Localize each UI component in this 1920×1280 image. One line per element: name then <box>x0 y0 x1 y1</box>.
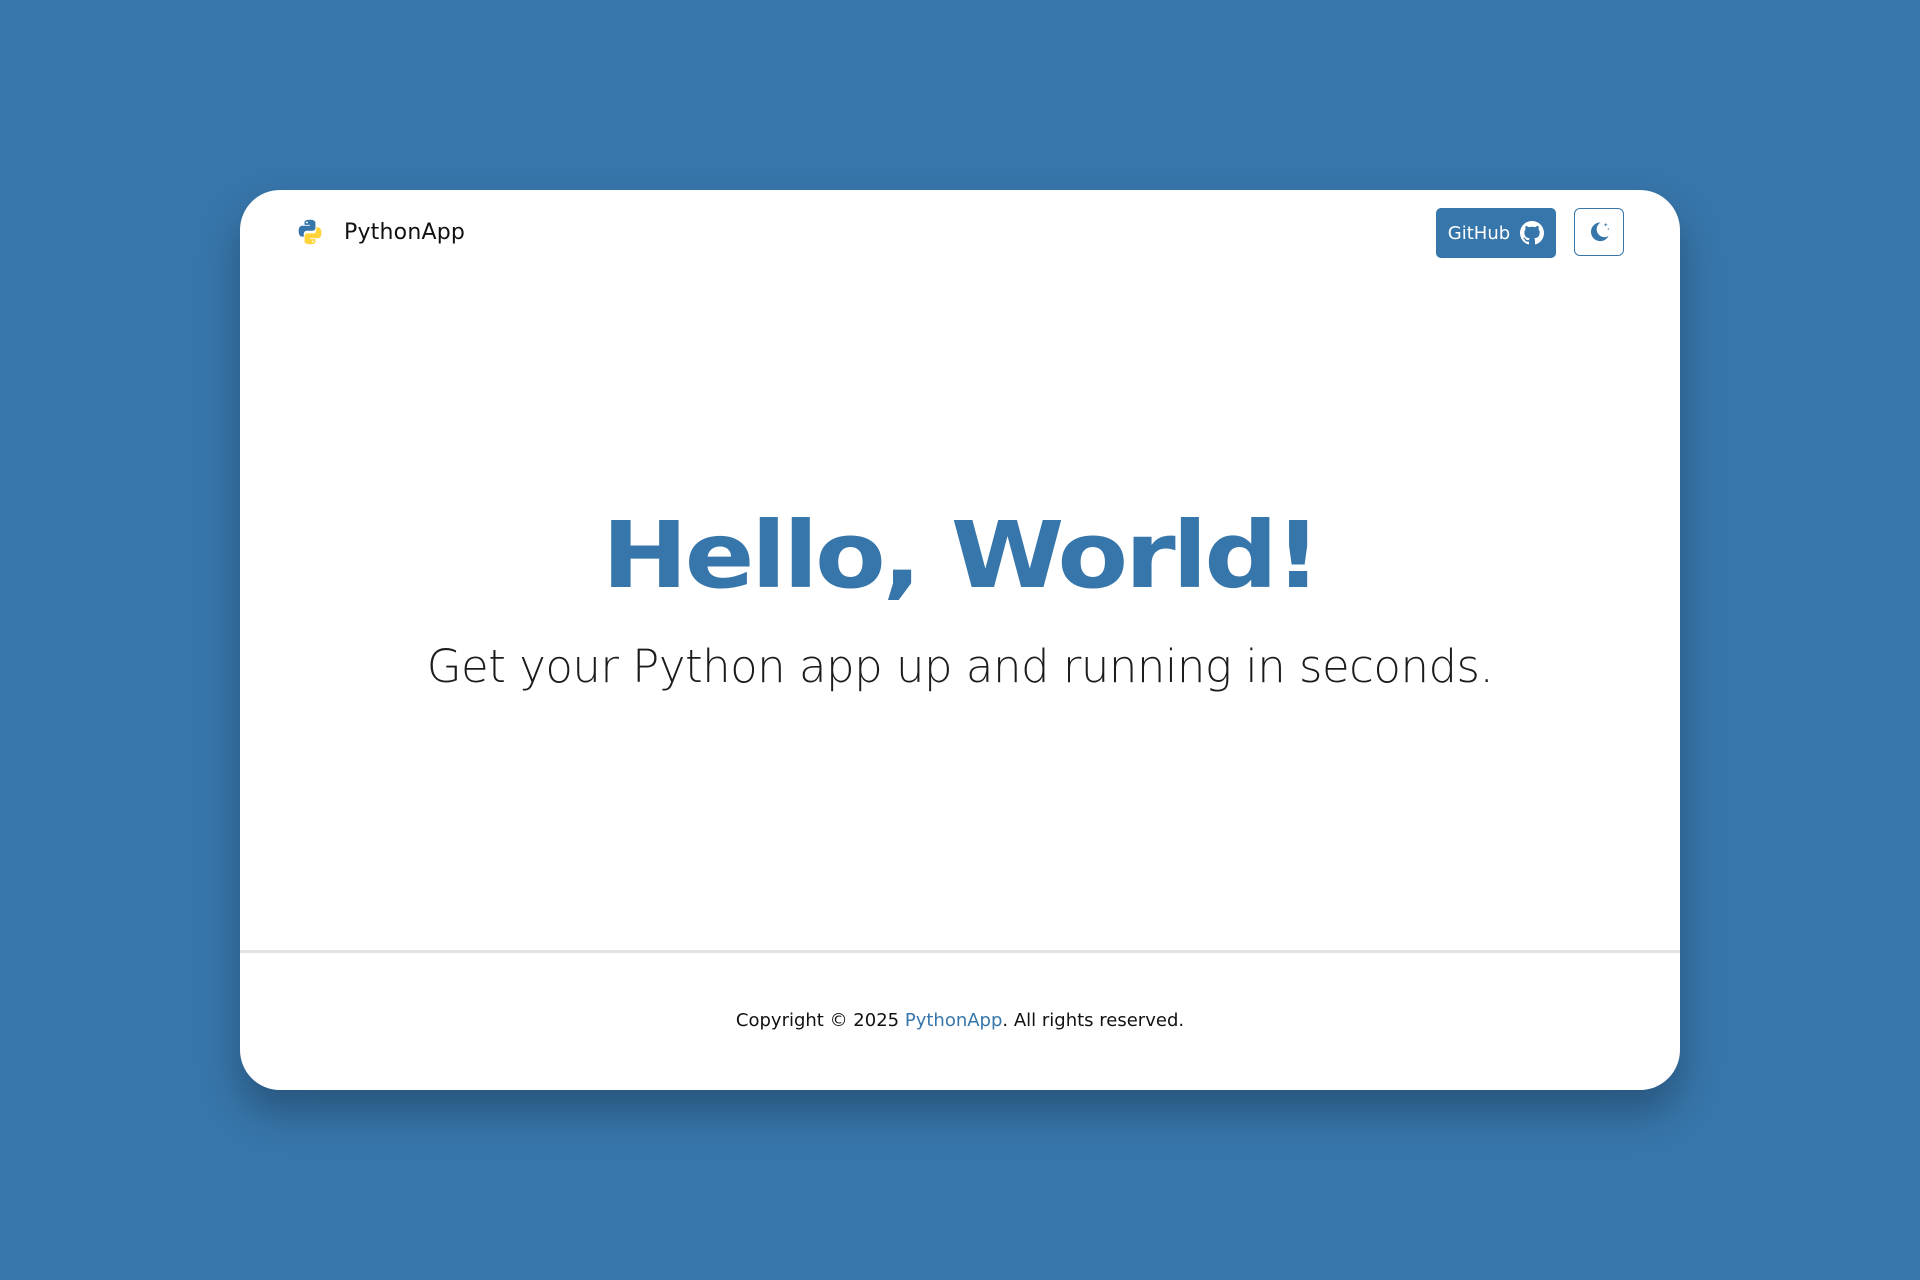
brand[interactable]: PythonApp <box>296 218 465 246</box>
footer-copyright-prefix: Copyright © 2025 <box>735 1010 905 1031</box>
footer-brand-link[interactable]: PythonApp <box>905 1010 1003 1031</box>
github-button-label: GitHub <box>1447 222 1511 244</box>
github-icon <box>1520 221 1545 245</box>
hero-section: Hello, World! Get your Python app up and… <box>240 502 1680 693</box>
theme-toggle-button[interactable] <box>1574 208 1624 256</box>
footer: Copyright © 2025 PythonApp. All rights r… <box>240 1010 1680 1031</box>
python-logo-icon <box>296 218 324 246</box>
footer-divider <box>240 950 1680 953</box>
footer-copyright-suffix: . All rights reserved. <box>1002 1010 1185 1031</box>
brand-name: PythonApp <box>344 219 466 245</box>
github-button[interactable]: GitHub <box>1436 208 1556 258</box>
hero-title: Hello, World! <box>601 502 1322 609</box>
moon-icon <box>1586 219 1612 245</box>
navbar: PythonApp GitHub <box>240 190 1680 276</box>
app-card: PythonApp GitHub Hello, World! Get your … <box>240 190 1680 1090</box>
hero-subtitle: Get your Python app up and running in se… <box>426 640 1494 693</box>
